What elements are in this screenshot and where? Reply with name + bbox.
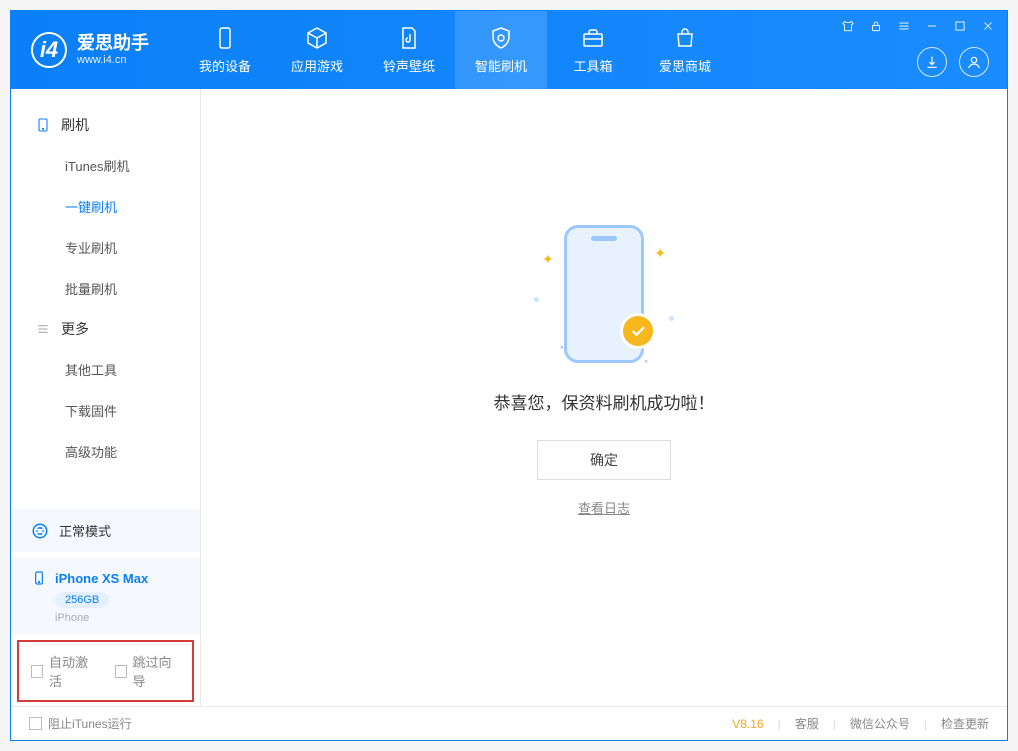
main-tabs: 我的设备 应用游戏 铃声壁纸 智能刷机 工具箱 爱思商城 (179, 11, 731, 89)
ok-button[interactable]: 确定 (537, 440, 671, 480)
tab-label: 我的设备 (199, 56, 251, 75)
music-file-icon (397, 26, 421, 50)
checkbox-icon (115, 665, 127, 678)
tab-apps[interactable]: 应用游戏 (271, 11, 363, 89)
bag-icon (673, 26, 697, 50)
app-title: 爱思助手 (77, 34, 149, 54)
footer: 阻止iTunes运行 V8.16 | 客服 | 微信公众号 | 检查更新 (11, 706, 1007, 740)
sparkle-icon: ✦ (654, 245, 666, 262)
version-label: V8.16 (732, 717, 763, 731)
separator: | (778, 717, 781, 731)
sidebar-item-onekey-flash[interactable]: 一键刷机 (11, 186, 200, 227)
shield-refresh-icon (489, 26, 513, 50)
device-mode[interactable]: 正常模式 (11, 509, 200, 552)
footer-right: V8.16 | 客服 | 微信公众号 | 检查更新 (732, 715, 989, 732)
checkbox-auto-activate[interactable]: 自动激活 (31, 652, 97, 690)
lock-icon[interactable] (867, 17, 885, 35)
close-icon[interactable] (979, 17, 997, 35)
app-window: i4 爱思助手 www.i4.cn 我的设备 应用游戏 铃声壁纸 智能刷机 (10, 10, 1008, 741)
dot-icon (534, 297, 539, 302)
tab-label: 工具箱 (573, 56, 612, 75)
sidebar-item-other-tools[interactable]: 其他工具 (11, 349, 200, 390)
cat-label: 更多 (61, 319, 89, 339)
device-info[interactable]: iPhone XS Max 256GB iPhone (11, 558, 200, 634)
logo-text: 爱思助手 www.i4.cn (77, 34, 149, 66)
tab-toolbox[interactable]: 工具箱 (547, 11, 639, 89)
update-link[interactable]: 检查更新 (941, 715, 989, 732)
check-badge-icon (620, 313, 656, 349)
sidebar-item-firmware[interactable]: 下载固件 (11, 390, 200, 431)
tab-my-device[interactable]: 我的设备 (179, 11, 271, 89)
phone-icon (213, 26, 237, 50)
sidebar-bottom: 正常模式 iPhone XS Max 256GB iPhone 自动激活 (11, 509, 200, 706)
separator: | (924, 717, 927, 731)
device-type: iPhone (55, 612, 180, 624)
tab-flash[interactable]: 智能刷机 (455, 11, 547, 89)
user-button[interactable] (959, 47, 989, 77)
success-message: 恭喜您，保资料刷机成功啦！ (494, 389, 715, 414)
sidebar: 刷机 iTunes刷机 一键刷机 专业刷机 批量刷机 更多 其他工具 下载固件 … (11, 89, 201, 706)
app-subtitle: www.i4.cn (77, 54, 149, 66)
chk-label: 阻止iTunes运行 (48, 715, 132, 732)
menu-icon[interactable] (895, 17, 913, 35)
window-controls (839, 17, 997, 35)
sparkle-icon: ✦ (542, 251, 554, 268)
sidebar-cat-flash[interactable]: 刷机 (11, 105, 200, 145)
checkbox-icon (31, 665, 43, 678)
dot-icon (669, 316, 674, 321)
tab-ringtones[interactable]: 铃声壁纸 (363, 11, 455, 89)
success-illustration: ✦ ✦ ● ● (524, 219, 684, 369)
sync-icon (31, 522, 49, 540)
wechat-link[interactable]: 微信公众号 (850, 715, 910, 732)
tab-store[interactable]: 爱思商城 (639, 11, 731, 89)
logo[interactable]: i4 爱思助手 www.i4.cn (31, 32, 149, 68)
view-log-link[interactable]: 查看日志 (578, 498, 630, 517)
sidebar-cat-more[interactable]: 更多 (11, 309, 200, 349)
tab-label: 爱思商城 (659, 56, 711, 75)
cube-icon (305, 26, 329, 50)
checkbox-block-itunes[interactable]: 阻止iTunes运行 (29, 715, 132, 732)
main-content: ✦ ✦ ● ● 恭喜您，保资料刷机成功啦！ 确定 查看日志 (201, 89, 1007, 706)
header: i4 爱思助手 www.i4.cn 我的设备 应用游戏 铃声壁纸 智能刷机 (11, 11, 1007, 89)
chk-label: 跳过向导 (133, 652, 180, 690)
device-icon (31, 570, 47, 586)
device-name: iPhone XS Max (55, 571, 148, 586)
tablet-icon (35, 117, 51, 133)
sidebar-item-itunes-flash[interactable]: iTunes刷机 (11, 145, 200, 186)
tab-label: 铃声壁纸 (383, 56, 435, 75)
checkbox-icon (29, 717, 42, 730)
header-right (917, 47, 989, 77)
minimize-icon[interactable] (923, 17, 941, 35)
sidebar-item-pro-flash[interactable]: 专业刷机 (11, 227, 200, 268)
cat-label: 刷机 (61, 115, 89, 135)
sidebar-nav: 刷机 iTunes刷机 一键刷机 专业刷机 批量刷机 更多 其他工具 下载固件 … (11, 89, 200, 509)
logo-icon: i4 (31, 32, 67, 68)
toolbox-icon (581, 26, 605, 50)
tab-label: 智能刷机 (475, 56, 527, 75)
separator: | (833, 717, 836, 731)
mode-label: 正常模式 (59, 521, 111, 540)
body: 刷机 iTunes刷机 一键刷机 专业刷机 批量刷机 更多 其他工具 下载固件 … (11, 89, 1007, 706)
storage-badge: 256GB (55, 592, 109, 608)
list-icon (35, 321, 51, 337)
chk-label: 自动激活 (49, 652, 96, 690)
checkbox-skip-guide[interactable]: 跳过向导 (115, 652, 181, 690)
device-name-row: iPhone XS Max (31, 570, 180, 586)
support-link[interactable]: 客服 (795, 715, 819, 732)
download-button[interactable] (917, 47, 947, 77)
tab-label: 应用游戏 (291, 56, 343, 75)
sidebar-item-advanced[interactable]: 高级功能 (11, 431, 200, 472)
shirt-icon[interactable] (839, 17, 857, 35)
maximize-icon[interactable] (951, 17, 969, 35)
sidebar-item-batch-flash[interactable]: 批量刷机 (11, 268, 200, 309)
sparkle-icon: ● (644, 359, 648, 365)
highlight-options: 自动激活 跳过向导 (17, 640, 194, 702)
